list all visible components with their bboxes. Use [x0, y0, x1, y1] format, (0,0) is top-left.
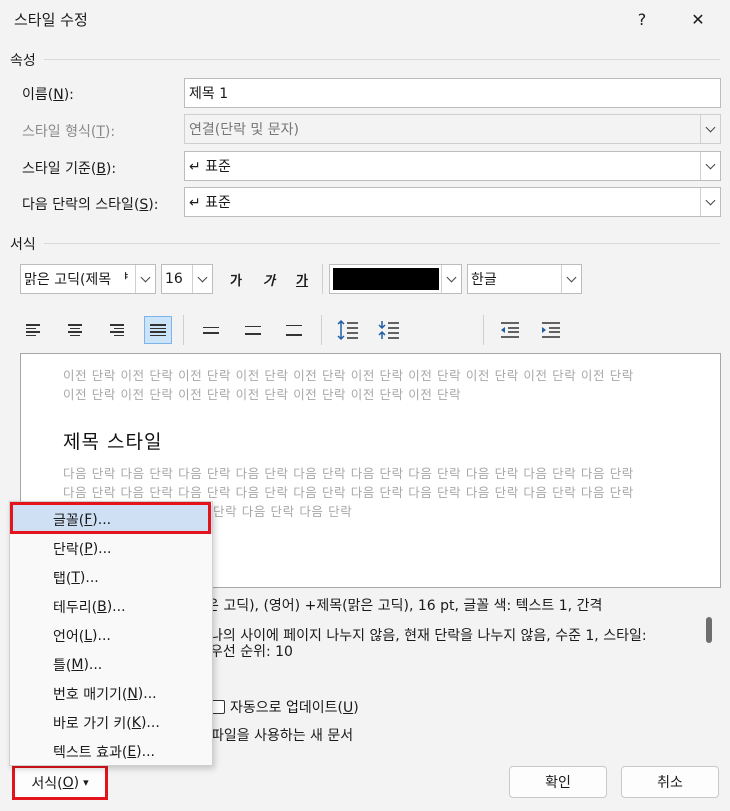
align-center-icon[interactable]	[61, 316, 89, 344]
next-style-label: 다음 단락의 스타일(S):	[22, 197, 159, 213]
menu-item-tabs[interactable]: 탭(T)...	[10, 563, 212, 592]
bold-button[interactable]: 가	[223, 266, 249, 292]
menu-item-paragraph[interactable]: 단락(P)...	[10, 534, 212, 563]
align-left-icon[interactable]	[20, 316, 48, 344]
line-spacing-double-icon[interactable]	[280, 316, 308, 344]
format-button[interactable]: 서식(O) ▾	[12, 765, 108, 800]
cancel-button[interactable]: 취소	[621, 766, 719, 798]
dialog-title: 스타일 수정	[14, 11, 88, 29]
properties-divider	[44, 59, 720, 60]
toolbar-separator	[321, 315, 322, 345]
increase-indent-icon[interactable]	[537, 316, 565, 344]
chevron-down-icon	[700, 188, 720, 216]
style-type-label: 스타일 형식(T):	[22, 124, 116, 140]
help-button[interactable]: ?	[622, 4, 662, 34]
based-on-label: 스타일 기준(B):	[22, 161, 117, 177]
style-type-select[interactable]: 연결(단락 및 문자)	[184, 114, 721, 144]
script-select[interactable]: 한글	[467, 264, 582, 294]
align-right-icon[interactable]	[102, 316, 130, 344]
properties-section-label: 속성	[10, 53, 36, 69]
font-name-select[interactable]: 맑은 고딕(제목 ᅣ	[20, 264, 156, 294]
dropdown-arrow-icon: ▾	[83, 776, 89, 789]
close-button[interactable]: ✕	[678, 4, 718, 34]
auto-update-option[interactable]: 자동으로 업데이트(U)	[211, 697, 359, 717]
formatting-divider	[44, 243, 720, 244]
chevron-down-icon	[700, 115, 720, 143]
description-scrollbar[interactable]	[706, 617, 712, 643]
new-documents-option[interactable]: 파일을 사용하는 새 문서	[211, 725, 353, 745]
line-spacing-onehalf-icon[interactable]	[239, 316, 267, 344]
preview-previous-paragraph: 이전 단락 이전 단락 이전 단락 이전 단락 이전 단락 이전 단락 이전 단…	[63, 368, 634, 402]
toolbar-separator	[183, 315, 184, 345]
ok-button[interactable]: 확인	[509, 766, 607, 798]
decrease-indent-icon[interactable]	[496, 316, 524, 344]
name-label: 이름(N):	[22, 87, 74, 103]
next-style-select[interactable]: ↵ 표준	[184, 187, 721, 217]
auto-update-label: 자동으로 업데이트(U)	[230, 700, 359, 716]
formatting-section-label: 서식	[10, 237, 36, 253]
chevron-down-icon	[192, 265, 212, 293]
font-size-select[interactable]: 16	[161, 264, 213, 294]
font-color-select[interactable]	[329, 264, 462, 294]
preview-heading: 제목 스타일	[63, 431, 163, 453]
chevron-down-icon	[135, 265, 155, 293]
based-on-select[interactable]: ↵ 표준	[184, 151, 721, 181]
menu-item-frame[interactable]: 틀(M)...	[10, 650, 212, 679]
auto-update-checkbox[interactable]	[211, 700, 225, 714]
menu-item-border[interactable]: 테두리(B)...	[10, 592, 212, 621]
menu-item-shortcut-key[interactable]: 바로 가기 키(K)...	[10, 708, 212, 737]
chevron-down-icon	[700, 152, 720, 180]
menu-item-numbering[interactable]: 번호 매기기(N)...	[10, 679, 212, 708]
line-spacing-single-icon[interactable]	[197, 316, 225, 344]
toolbar-separator	[322, 264, 323, 294]
font-item-highlight-outline	[10, 502, 211, 534]
italic-button[interactable]: 가	[256, 266, 282, 292]
space-before-icon[interactable]	[334, 316, 362, 344]
space-after-icon[interactable]	[375, 316, 403, 344]
format-menu: 글꼴(F)... 단락(P)... 탭(T)... 테두리(B)... 언어(L…	[9, 501, 213, 766]
align-justify-icon[interactable]	[144, 316, 172, 344]
menu-item-text-effects[interactable]: 텍스트 효과(E)...	[10, 737, 212, 766]
toolbar-separator	[483, 315, 484, 345]
chevron-down-icon	[441, 265, 461, 293]
title-bar	[0, 0, 730, 40]
name-input[interactable]: 제목 1	[184, 78, 721, 108]
font-color-swatch	[333, 268, 439, 290]
underline-button[interactable]: 가	[289, 266, 315, 292]
chevron-down-icon	[561, 265, 581, 293]
menu-item-language[interactable]: 언어(L)...	[10, 621, 212, 650]
